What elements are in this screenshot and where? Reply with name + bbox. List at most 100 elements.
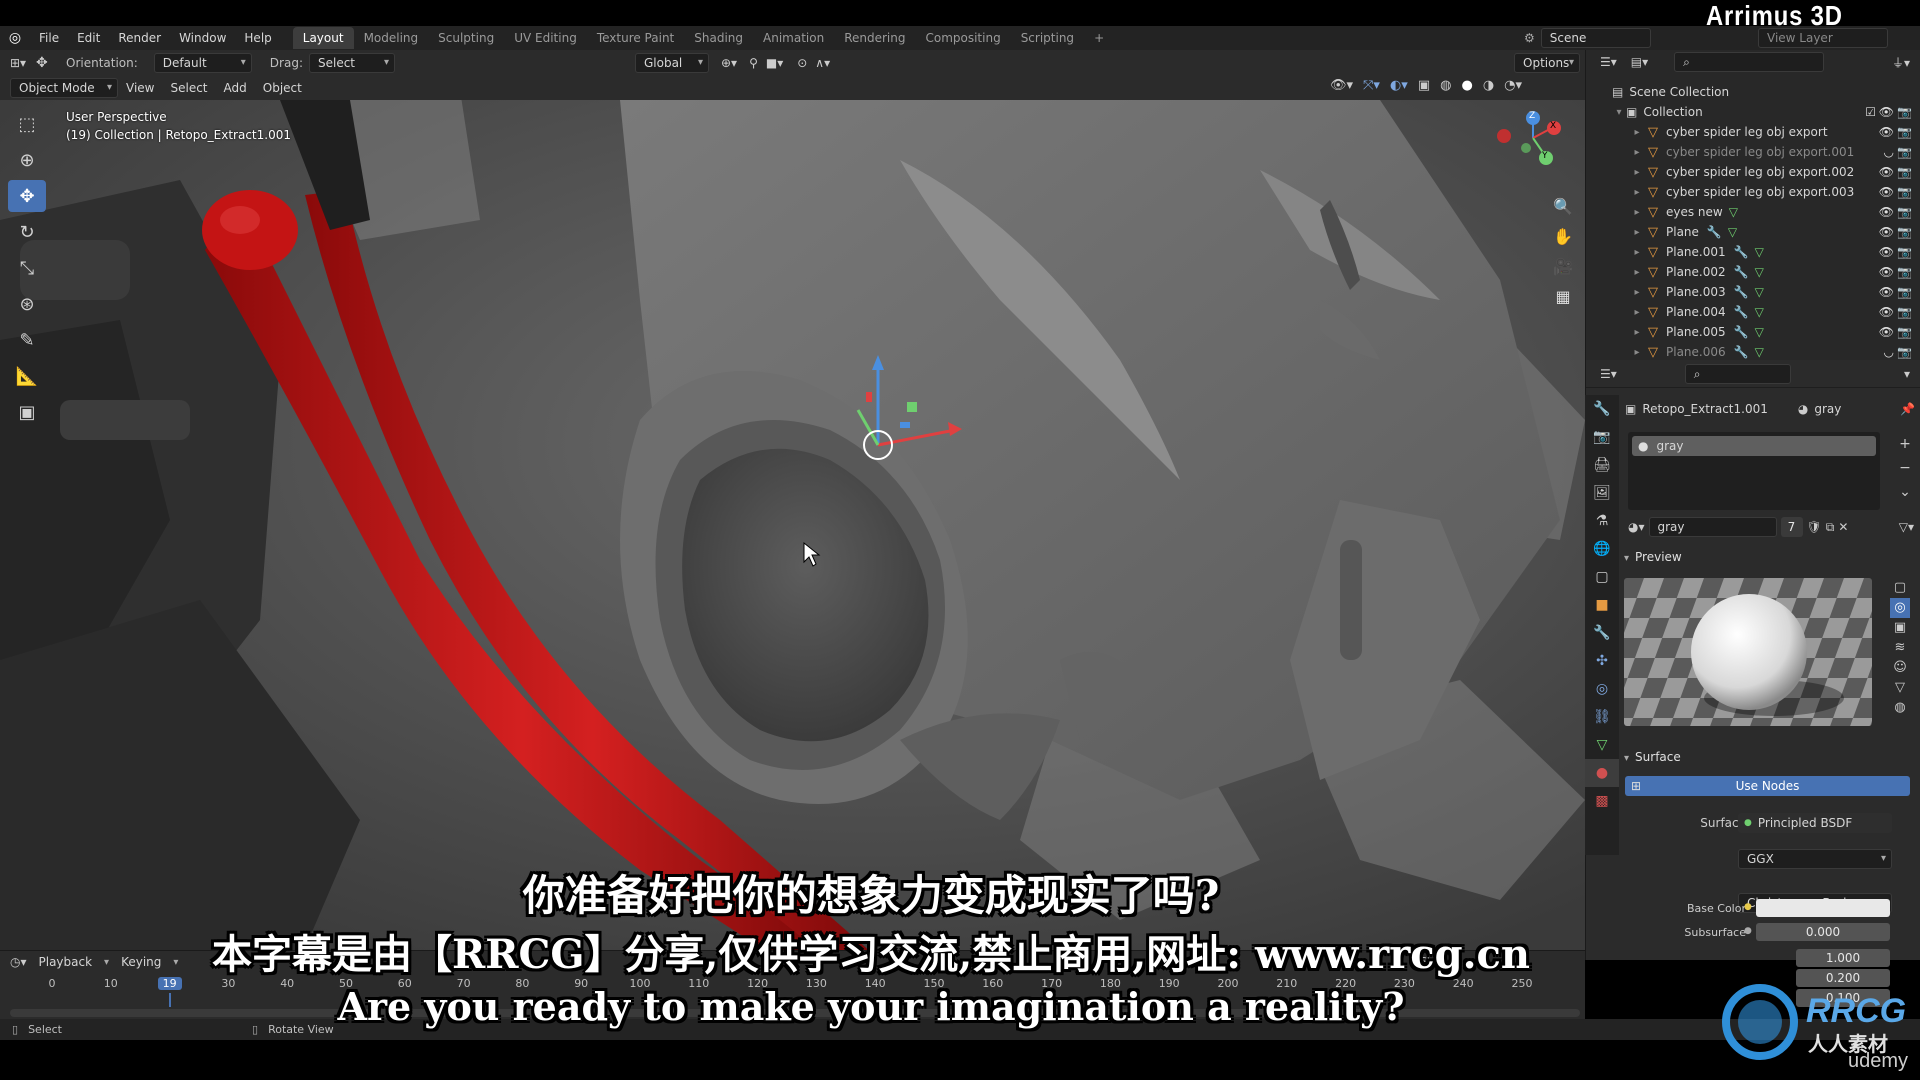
render-camera-icon[interactable]: 📷 [1897,145,1912,159]
render-camera-icon[interactable]: 📷 [1897,125,1912,139]
properties-editor-icon[interactable]: ☰▾ [1600,367,1617,381]
add-workspace-button[interactable]: + [1084,27,1114,49]
data-tab-icon[interactable]: ▽ [1585,731,1619,759]
snap-icon[interactable]: ⚲ [749,56,758,70]
preview-cloth-icon[interactable]: ▽ [1890,678,1910,698]
menu-view[interactable]: View [118,81,162,95]
properties-search-input[interactable]: ⌕ [1684,363,1791,384]
eye-icon[interactable]: ◡ [1884,345,1894,359]
subsurface-radius-x[interactable]: 1.000 [1796,949,1890,967]
proportional-edit-icon[interactable]: ⊙ [797,56,807,70]
material-slot-list[interactable]: ● gray [1628,432,1880,510]
render-camera-icon[interactable]: 📷 [1897,245,1912,259]
visibility-icon[interactable]: 👁▾ [1330,78,1353,93]
render-camera-icon[interactable]: 📷 [1897,165,1912,179]
scene-field[interactable]: Scene [1540,28,1651,48]
surface-shader-field[interactable]: ● Principled BSDF [1738,813,1892,833]
add-cube-icon[interactable]: ▣ [8,396,46,428]
world-tab-icon[interactable]: 🌐 [1585,535,1619,563]
scene-selector[interactable]: ⚙ Scene [1524,28,1651,48]
slot-menu-icon[interactable]: ⌄ [1896,480,1914,504]
display-mode-icon[interactable]: ▤▾ [1631,55,1648,69]
eye-icon[interactable]: 👁 [1879,225,1894,239]
render-tab-icon[interactable]: 📷 [1585,423,1619,451]
material-slot-row[interactable]: ● gray [1632,436,1876,456]
scale-icon[interactable]: ⤡ [8,252,46,284]
drag-dropdown[interactable]: Select Box [308,53,395,88]
outliner-item[interactable]: ▸ ▽ Plane.001 🔧 ▽ 👁 📷 [1586,242,1920,262]
snap-target-icon[interactable]: ■▾ [766,56,783,70]
tab-compositing[interactable]: Compositing [915,27,1010,49]
outliner-item[interactable]: ▸ ▽ Plane.005 🔧 ▽ 👁 📷 [1586,322,1920,342]
view-layer-field[interactable]: View Layer [1758,28,1888,48]
tab-rendering[interactable]: Rendering [834,27,915,49]
pin-icon[interactable]: 📌 [1900,402,1915,416]
menu-edit[interactable]: Edit [68,26,109,50]
outliner-item[interactable]: ▸ ▽ cyber spider leg obj export.001 ◡ 📷 [1586,142,1920,162]
modifier-tab-icon[interactable]: 🔧 [1585,619,1619,647]
move-icon[interactable]: ✥ [8,180,46,212]
remove-slot-icon[interactable]: − [1896,456,1914,480]
render-camera-icon[interactable]: 📷 [1897,305,1912,319]
expand-icon[interactable]: ▸ [1630,187,1644,198]
add-slot-icon[interactable]: + [1896,432,1914,456]
menu-window[interactable]: Window [170,26,235,50]
expand-icon[interactable]: ▸ [1630,127,1644,138]
pivot-icon[interactable]: ⊕▾ [721,56,737,70]
eye-icon[interactable]: 👁 [1879,325,1894,339]
eye-icon[interactable]: 👁 [1879,125,1894,139]
preview-flat-icon[interactable]: ▢ [1890,578,1910,598]
tab-sculpting[interactable]: Sculpting [428,27,504,49]
xray-icon[interactable]: ▣ [1418,78,1430,93]
3d-viewport[interactable]: User Perspective (19) Collection | Retop… [0,100,1585,960]
cursor-icon[interactable]: ⊕ [8,144,46,176]
outliner-scene-collection[interactable]: ▤ Scene Collection [1586,82,1920,102]
physics-tab-icon[interactable]: ◎ [1585,675,1619,703]
material-tab-icon[interactable]: ● [1585,759,1619,787]
orientation-dropdown[interactable]: Default [153,53,252,73]
zoom-icon[interactable]: 🔍 [1548,192,1578,222]
camera-view-icon[interactable]: 🎥 [1548,252,1578,282]
ortho-grid-icon[interactable]: ▦ [1548,282,1578,312]
gizmo-toggle-icon[interactable]: ⤧▾ [1363,78,1380,93]
preview-fluid-icon[interactable]: ◍ [1890,698,1910,718]
render-camera-icon[interactable]: 📷 [1897,325,1912,339]
rotate-icon[interactable]: ↻ [8,216,46,248]
unlink-material-icon[interactable]: ✕ [1838,520,1848,534]
preview-section-header[interactable]: ▾ Preview [1624,546,1682,568]
outliner-item[interactable]: ▸ ▽ cyber spider leg obj export.002 👁 📷 [1586,162,1920,182]
navigation-gizmo[interactable]: Z Y X [1488,108,1578,178]
expand-icon[interactable]: ▸ [1630,167,1644,178]
tab-animation[interactable]: Animation [753,27,834,49]
render-camera-icon[interactable]: 📷 [1897,225,1912,239]
user-count[interactable]: 7 [1780,517,1803,537]
eye-icon[interactable]: 👁 [1879,305,1894,319]
render-camera-icon[interactable]: 📷 [1897,185,1912,199]
menu-render[interactable]: Render [109,26,170,50]
eye-icon[interactable]: 👁 [1879,285,1894,299]
eye-icon[interactable]: 👁 [1879,205,1894,219]
subsurface-value-field[interactable]: 0.000 [1756,923,1890,941]
expand-icon[interactable]: ▸ [1630,207,1644,218]
object-tab-icon[interactable]: ■ [1585,591,1619,619]
expand-icon[interactable]: ▾ [1612,107,1626,118]
tab-shading[interactable]: Shading [684,27,753,49]
tool-tab-icon[interactable]: 🔧 [1585,395,1619,423]
render-camera-icon[interactable]: 📷 [1897,105,1912,119]
outliner-item[interactable]: ▸ ▽ Plane.006 🔧 ▽ ◡ 📷 [1586,342,1920,362]
overlay-toggle-icon[interactable]: ◐▾ [1390,78,1408,93]
duplicate-material-icon[interactable]: ⧉ [1826,520,1835,535]
outliner-item[interactable]: ▸ ▽ eyes new ▽ 👁 📷 [1586,202,1920,222]
menu-help[interactable]: Help [235,26,280,50]
render-camera-icon[interactable]: 📷 [1897,285,1912,299]
render-camera-icon[interactable]: 📷 [1897,345,1912,359]
select-box-icon[interactable]: ⬚ [8,108,46,140]
editor-type-icon[interactable]: ⊞▾ [0,56,36,70]
preview-hair-icon[interactable]: ≋ [1890,638,1910,658]
measure-icon[interactable]: 📐 [8,360,46,392]
outliner-collection[interactable]: ▾ ▣ Collection ☑ 👁 📷 [1586,102,1920,122]
surface-section-header[interactable]: ▾ Surface [1624,746,1681,768]
tab-modeling[interactable]: Modeling [354,27,429,49]
render-camera-icon[interactable]: 📷 [1897,205,1912,219]
distribution-dropdown[interactable]: GGX [1738,849,1892,869]
